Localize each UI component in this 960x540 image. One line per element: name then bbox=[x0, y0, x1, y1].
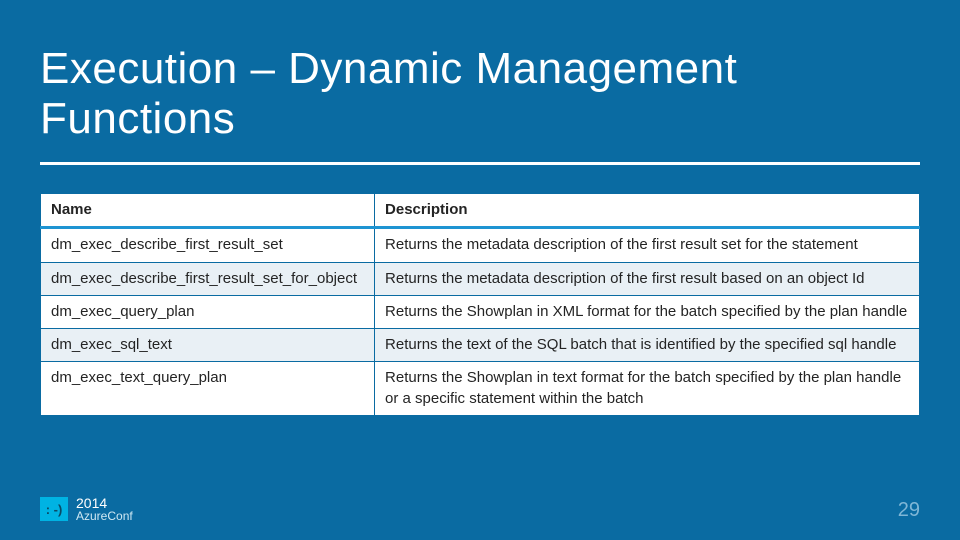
table-row: dm_exec_query_plan Returns the Showplan … bbox=[41, 295, 920, 328]
cell-name: dm_exec_describe_first_result_set bbox=[41, 228, 375, 262]
table-row: dm_exec_describe_first_result_set Return… bbox=[41, 228, 920, 262]
cell-desc: Returns the Showplan in XML format for t… bbox=[375, 295, 920, 328]
logo-badge-icon: : -) bbox=[40, 497, 68, 521]
slide: Execution – Dynamic Management Functions… bbox=[0, 0, 960, 540]
slide-title: Execution – Dynamic Management Functions bbox=[40, 0, 920, 144]
cell-name: dm_exec_query_plan bbox=[41, 295, 375, 328]
col-header-name: Name bbox=[41, 194, 375, 228]
title-underline bbox=[40, 162, 920, 165]
cell-name: dm_exec_describe_first_result_set_for_ob… bbox=[41, 262, 375, 295]
cell-name: dm_exec_sql_text bbox=[41, 329, 375, 362]
cell-desc: Returns the metadata description of the … bbox=[375, 228, 920, 262]
table-row: dm_exec_describe_first_result_set_for_ob… bbox=[41, 262, 920, 295]
logo-text: 2014 AzureConf bbox=[76, 496, 133, 522]
table-row: dm_exec_sql_text Returns the text of the… bbox=[41, 329, 920, 362]
table-header-row: Name Description bbox=[41, 194, 920, 228]
cell-desc: Returns the metadata description of the … bbox=[375, 262, 920, 295]
cell-desc: Returns the text of the SQL batch that i… bbox=[375, 329, 920, 362]
page-number: 29 bbox=[898, 499, 920, 522]
logo-year: 2014 bbox=[76, 496, 133, 510]
cell-name: dm_exec_text_query_plan bbox=[41, 362, 375, 416]
col-header-desc: Description bbox=[375, 194, 920, 228]
cell-desc: Returns the Showplan in text format for … bbox=[375, 362, 920, 416]
dmf-table: Name Description dm_exec_describe_first_… bbox=[40, 193, 920, 416]
table-row: dm_exec_text_query_plan Returns the Show… bbox=[41, 362, 920, 416]
footer: : -) 2014 AzureConf bbox=[40, 496, 133, 522]
logo-conf: AzureConf bbox=[76, 510, 133, 522]
